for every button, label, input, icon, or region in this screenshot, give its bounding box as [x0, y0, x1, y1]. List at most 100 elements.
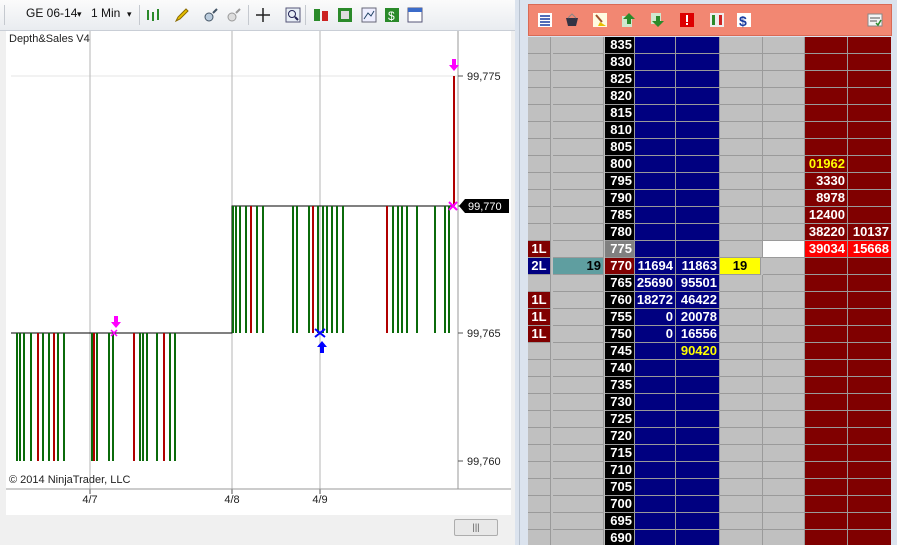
ladder-asksize-cell[interactable]	[676, 462, 720, 479]
ladder-ask1-cell[interactable]	[805, 326, 848, 343]
ladder-mid-cell[interactable]	[763, 479, 805, 496]
magnifier-icon[interactable]	[285, 7, 301, 23]
ladder-ask-cell[interactable]	[720, 122, 763, 139]
ladder-ask-cell[interactable]	[720, 309, 763, 326]
ladder-ask2-cell[interactable]	[848, 394, 891, 411]
ladder-ask1-cell[interactable]	[805, 275, 848, 292]
chart-lines-icon[interactable]	[361, 7, 377, 23]
ladder-row[interactable]: 795 3330	[528, 173, 891, 190]
ladder-price-cell[interactable]: 820	[605, 88, 635, 105]
ladder-mid-cell[interactable]	[763, 326, 805, 343]
ladder-bid-cell[interactable]	[553, 394, 604, 411]
ladder-ask2-cell[interactable]	[848, 479, 891, 496]
ladder-ask1-cell[interactable]	[805, 309, 848, 326]
ladder-row[interactable]: 690	[528, 530, 891, 545]
ladder-bid-cell[interactable]	[553, 54, 604, 71]
ladder-bidsize-cell[interactable]	[635, 377, 676, 394]
ladder-asksize-cell[interactable]	[676, 377, 720, 394]
ladder-bidsize-cell[interactable]: 11694	[635, 258, 676, 275]
ladder-ask1-cell[interactable]	[805, 71, 848, 88]
ladder-ask1-cell[interactable]: 8978	[805, 190, 848, 207]
ladder-bid-cell[interactable]	[553, 88, 604, 105]
ladder-mid-cell[interactable]	[763, 530, 805, 545]
strategy-icon[interactable]	[313, 7, 329, 23]
ladder-bid-cell[interactable]	[553, 496, 604, 513]
pause-icon[interactable]	[709, 12, 725, 28]
ladder-asksize-cell[interactable]	[676, 173, 720, 190]
ladder-bid-cell[interactable]	[553, 377, 604, 394]
ladder-ask-cell[interactable]	[720, 360, 763, 377]
ladder-row[interactable]: 735	[528, 377, 891, 394]
ladder-asksize-cell[interactable]	[676, 224, 720, 241]
ladder-bidsize-cell[interactable]	[635, 496, 676, 513]
ladder-ask2-cell[interactable]	[848, 292, 891, 309]
ladder-mid-cell[interactable]	[763, 309, 805, 326]
ladder-bid-cell[interactable]	[553, 445, 604, 462]
ladder-price-cell[interactable]: 755	[605, 309, 635, 326]
ladder-mid-cell[interactable]	[763, 343, 805, 360]
ladder-ask-cell[interactable]	[720, 37, 763, 54]
ladder-row[interactable]: 815	[528, 105, 891, 122]
ladder-ask-cell[interactable]	[720, 292, 763, 309]
instrument-dropdown-icon[interactable]: ▾	[77, 9, 82, 20]
ladder-ask-cell[interactable]	[720, 88, 763, 105]
ladder-price-cell[interactable]: 740	[605, 360, 635, 377]
ladder-ask1-cell[interactable]	[805, 122, 848, 139]
ladder-ask-cell[interactable]	[720, 445, 763, 462]
ladder-bidsize-cell[interactable]	[635, 530, 676, 545]
ladder-price-cell[interactable]: 715	[605, 445, 635, 462]
ladder-ask1-cell[interactable]	[805, 496, 848, 513]
ladder-bidsize-cell[interactable]	[635, 207, 676, 224]
ladder-bid-cell[interactable]	[553, 326, 604, 343]
ladder-mid-cell[interactable]	[763, 360, 805, 377]
ladder-asksize-cell[interactable]	[676, 156, 720, 173]
ladder-orders-cell[interactable]	[528, 37, 551, 54]
ladder-asksize-cell[interactable]: 11863	[676, 258, 720, 275]
ladder-row[interactable]: 830	[528, 54, 891, 71]
ladder-asksize-cell[interactable]	[676, 54, 720, 71]
ladder-orders-cell[interactable]	[528, 377, 551, 394]
ladder-price-cell[interactable]: 760	[605, 292, 635, 309]
ladder-orders-cell[interactable]	[528, 360, 551, 377]
ladder-orders-cell[interactable]	[528, 479, 551, 496]
ladder-mid-cell[interactable]	[763, 428, 805, 445]
ladder-ask2-cell[interactable]	[848, 428, 891, 445]
ladder-bid-cell[interactable]	[553, 462, 604, 479]
ladder-ask-cell[interactable]	[720, 496, 763, 513]
ladder-row[interactable]: 1L 775 39034 15668	[528, 241, 891, 258]
horizontal-scrollbar[interactable]: |||	[6, 515, 511, 539]
ladder-ask1-cell[interactable]	[805, 292, 848, 309]
ladder-row[interactable]: 825	[528, 71, 891, 88]
ladder-price-cell[interactable]: 765	[605, 275, 635, 292]
ladder-bid-cell[interactable]	[553, 37, 604, 54]
ladder-asksize-cell[interactable]	[676, 428, 720, 445]
ladder-orders-cell[interactable]: 1L	[528, 241, 551, 258]
ladder-ask-cell[interactable]	[720, 275, 763, 292]
ladder-ask-cell[interactable]	[720, 173, 763, 190]
ladder-orders-cell[interactable]	[528, 105, 551, 122]
ladder-ask1-cell[interactable]	[805, 479, 848, 496]
ladder-bid-cell[interactable]	[553, 224, 604, 241]
ladder-ask2-cell[interactable]	[848, 139, 891, 156]
ladder-price-cell[interactable]: 770	[605, 258, 635, 275]
ladder-mid-cell[interactable]	[763, 71, 805, 88]
broom-icon[interactable]	[592, 12, 608, 28]
ladder-bid-cell[interactable]	[553, 411, 604, 428]
zoom-in-icon[interactable]	[203, 7, 219, 23]
ladder-ask1-cell[interactable]: 39034	[805, 241, 848, 258]
ladder-orders-cell[interactable]	[528, 224, 551, 241]
ladder-price-cell[interactable]: 835	[605, 37, 635, 54]
ladder-ask1-cell[interactable]	[805, 513, 848, 530]
ladder-ask-cell[interactable]	[720, 105, 763, 122]
zoom-out-icon[interactable]	[226, 7, 242, 23]
ladder-bidsize-cell[interactable]	[635, 88, 676, 105]
ladder-row[interactable]: 1L 760 18272 46422	[528, 292, 891, 309]
ladder-price-cell[interactable]: 830	[605, 54, 635, 71]
ladder-price-cell[interactable]: 745	[605, 343, 635, 360]
ladder-mid-cell[interactable]	[763, 377, 805, 394]
ladder-row[interactable]: 820	[528, 88, 891, 105]
ladder-bidsize-cell[interactable]	[635, 139, 676, 156]
ladder-bid-cell[interactable]	[553, 513, 604, 530]
ladder-bidsize-cell[interactable]	[635, 54, 676, 71]
ladder-mid-cell[interactable]	[763, 258, 805, 275]
